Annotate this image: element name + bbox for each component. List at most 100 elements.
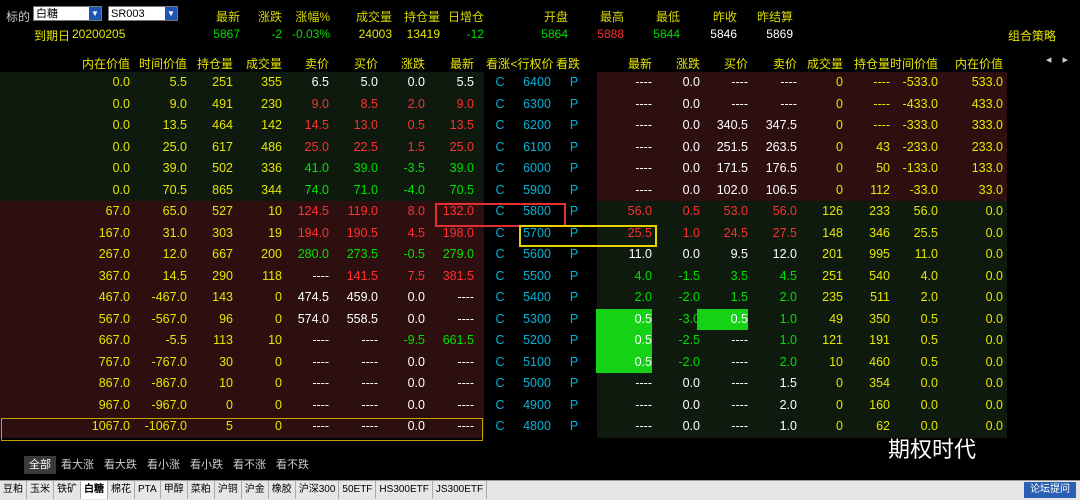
- column-header[interactable]: 看跌: [556, 55, 580, 72]
- open-interest[interactable]: 540: [848, 266, 890, 288]
- intrinsic-value[interactable]: 0.0: [948, 309, 1003, 331]
- last-price[interactable]: ----: [602, 180, 652, 202]
- volume[interactable]: 10: [234, 201, 282, 223]
- time-value[interactable]: 25.5: [892, 223, 938, 245]
- call-letter[interactable]: C: [490, 180, 510, 202]
- table-row[interactable]: 967.0 -967.0 0 0 ---- ---- 0.0 ---- C 4900 P ---- 0.…: [0, 394, 1080, 417]
- call-letter[interactable]: C: [490, 330, 510, 352]
- open-interest[interactable]: 191: [848, 330, 890, 352]
- forum-question-button[interactable]: 论坛提问: [1024, 482, 1076, 498]
- ask-price[interactable]: 56.0: [752, 201, 797, 223]
- ask-price[interactable]: 106.5: [752, 180, 797, 202]
- open-interest[interactable]: 511: [848, 287, 890, 309]
- volume[interactable]: 19: [234, 223, 282, 245]
- last-price[interactable]: 25.0: [428, 137, 474, 159]
- intrinsic-value[interactable]: 433.0: [948, 94, 1003, 116]
- strategy-button[interactable]: 组合策略: [1008, 27, 1056, 44]
- put-letter[interactable]: P: [564, 94, 584, 116]
- put-letter[interactable]: P: [564, 287, 584, 309]
- volume[interactable]: 355: [234, 72, 282, 94]
- time-value[interactable]: 5.5: [132, 72, 187, 94]
- intrinsic-value[interactable]: 67.0: [80, 201, 130, 223]
- time-value[interactable]: 0.5: [892, 352, 938, 374]
- time-value[interactable]: 31.0: [132, 223, 187, 245]
- time-value[interactable]: -467.0: [132, 287, 187, 309]
- bid-price[interactable]: 39.0: [332, 158, 378, 180]
- time-value[interactable]: 14.5: [132, 266, 187, 288]
- intrinsic-value[interactable]: 333.0: [948, 115, 1003, 137]
- bid-price[interactable]: 13.0: [332, 115, 378, 137]
- put-letter[interactable]: P: [564, 72, 584, 94]
- time-value[interactable]: 0.5: [892, 330, 938, 352]
- intrinsic-value[interactable]: 0.0: [948, 352, 1003, 374]
- column-header[interactable]: 内在价值: [76, 55, 130, 72]
- open-interest[interactable]: 96: [188, 309, 233, 331]
- time-value[interactable]: 25.0: [132, 137, 187, 159]
- volume[interactable]: 0: [798, 94, 843, 116]
- put-letter[interactable]: P: [564, 309, 584, 331]
- bid-price[interactable]: ----: [703, 94, 748, 116]
- intrinsic-value[interactable]: 233.0: [948, 137, 1003, 159]
- time-value[interactable]: 0.5: [892, 309, 938, 331]
- ask-price[interactable]: 41.0: [284, 158, 329, 180]
- volume[interactable]: 49: [798, 309, 843, 331]
- last-price[interactable]: ----: [602, 416, 652, 438]
- last-price[interactable]: ----: [428, 395, 474, 417]
- time-value[interactable]: -5.5: [132, 330, 187, 352]
- time-value[interactable]: 9.0: [132, 94, 187, 116]
- open-interest[interactable]: 303: [188, 223, 233, 245]
- intrinsic-value[interactable]: 0.0: [948, 287, 1003, 309]
- last-price[interactable]: 0.5: [596, 351, 652, 373]
- table-row[interactable]: 0.0 9.0 491 230 9.0 8.5 2.0 9.0 C 6300 P ---- 0.0 ---…: [0, 93, 1080, 116]
- column-header[interactable]: 最新: [424, 55, 474, 72]
- intrinsic-value[interactable]: 467.0: [80, 287, 130, 309]
- time-value[interactable]: 0.0: [892, 373, 938, 395]
- change[interactable]: -9.5: [380, 330, 425, 352]
- bid-price[interactable]: 53.0: [703, 201, 748, 223]
- ask-price[interactable]: 347.5: [752, 115, 797, 137]
- filter-tab[interactable]: 看大涨: [56, 456, 99, 474]
- change[interactable]: 0.0: [655, 373, 700, 395]
- open-interest[interactable]: 233: [848, 201, 890, 223]
- change[interactable]: -2.0: [655, 287, 700, 309]
- intrinsic-value[interactable]: 567.0: [80, 309, 130, 331]
- product-tab[interactable]: 棉花: [108, 481, 135, 499]
- intrinsic-value[interactable]: 0.0: [948, 244, 1003, 266]
- column-header[interactable]: 持仓量: [184, 55, 233, 72]
- last-price[interactable]: ----: [602, 115, 652, 137]
- open-interest[interactable]: 143: [188, 287, 233, 309]
- call-letter[interactable]: C: [490, 352, 510, 374]
- column-header[interactable]: 涨跌: [376, 55, 425, 72]
- table-row[interactable]: 867.0 -867.0 10 0 ---- ---- 0.0 ---- C 5000 P ---- 0…: [0, 373, 1080, 395]
- time-value[interactable]: -133.0: [892, 158, 938, 180]
- change[interactable]: 0.0: [655, 180, 700, 202]
- ask-price[interactable]: ----: [752, 94, 797, 116]
- call-letter[interactable]: C: [490, 395, 510, 417]
- bid-price[interactable]: 24.5: [703, 223, 748, 245]
- time-value[interactable]: 70.5: [132, 180, 187, 202]
- last-price[interactable]: 4.0: [602, 266, 652, 288]
- bid-price[interactable]: 141.5: [332, 266, 378, 288]
- volume[interactable]: 0: [234, 395, 282, 417]
- ask-price[interactable]: ----: [284, 266, 329, 288]
- change[interactable]: 0.0: [655, 244, 700, 266]
- change[interactable]: 0.0: [655, 416, 700, 438]
- strike-price[interactable]: 4900: [514, 395, 560, 417]
- last-price[interactable]: 70.5: [428, 180, 474, 202]
- volume[interactable]: 486: [234, 137, 282, 159]
- product-tab[interactable]: 甲醇: [161, 481, 188, 499]
- last-price[interactable]: ----: [428, 287, 474, 309]
- strike-price[interactable]: 5300: [514, 309, 560, 331]
- bid-price[interactable]: ----: [703, 352, 748, 374]
- call-letter[interactable]: C: [490, 158, 510, 180]
- intrinsic-value[interactable]: 133.0: [948, 158, 1003, 180]
- ask-price[interactable]: 2.0: [752, 395, 797, 417]
- product-tab[interactable]: 玉米: [27, 481, 54, 499]
- chevron-down-icon[interactable]: ▼: [89, 7, 101, 20]
- time-value[interactable]: -967.0: [132, 395, 187, 417]
- column-header[interactable]: 卖价: [748, 55, 797, 72]
- volume[interactable]: 0: [234, 287, 282, 309]
- filter-tab[interactable]: 看小跌: [185, 456, 228, 474]
- strike-price[interactable]: 5200: [514, 330, 560, 352]
- ask-price[interactable]: 2.0: [752, 352, 797, 374]
